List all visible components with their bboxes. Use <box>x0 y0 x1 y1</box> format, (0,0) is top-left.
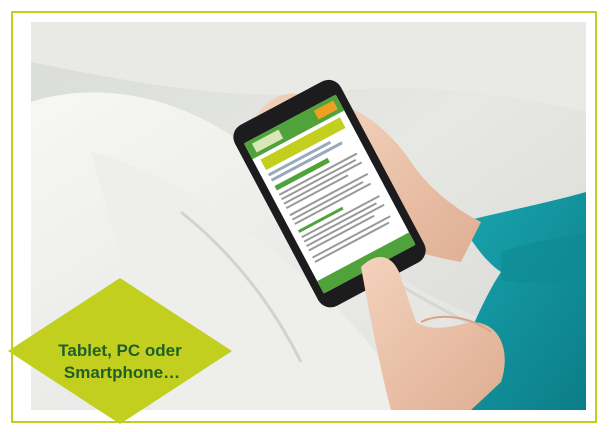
badge-line-2: Smartphone… <box>63 363 181 382</box>
badge-line-1: Tablet, PC oder <box>58 341 182 360</box>
badge-caption: Tablet, PC oder Smartphone… <box>27 340 213 384</box>
